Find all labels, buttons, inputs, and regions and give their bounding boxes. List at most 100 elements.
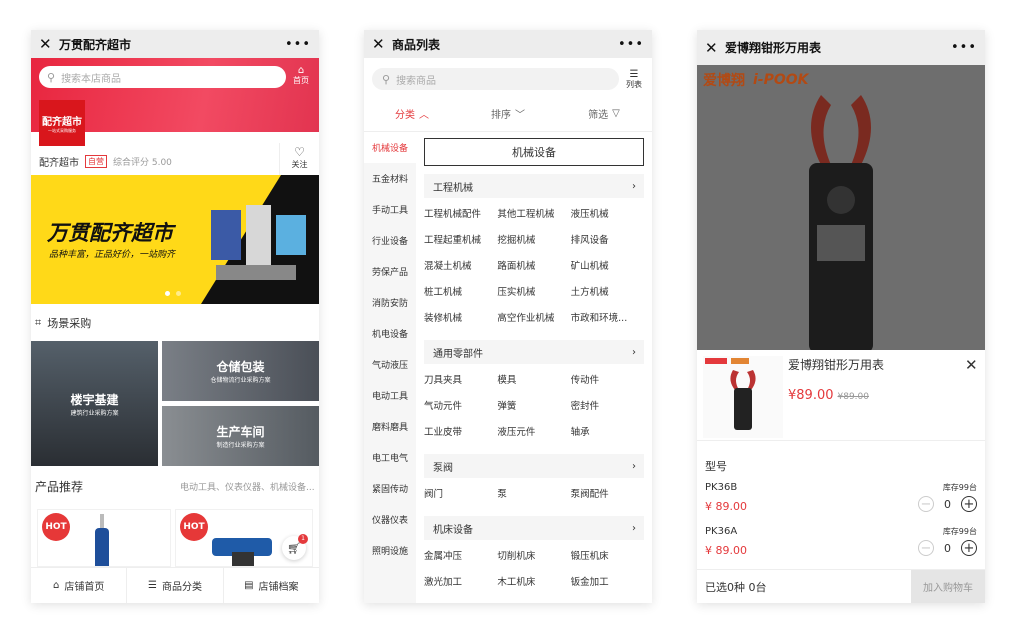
sidebar-item[interactable]: 照明设施 xyxy=(364,535,416,566)
category-header[interactable]: 机械设备 xyxy=(424,138,644,166)
close-icon[interactable]: ✕ xyxy=(372,35,392,53)
promo-banner[interactable]: 万贯配齐超市 品种丰富，正品好价，一站购齐 xyxy=(31,175,319,304)
subcategory-item[interactable]: 工业皮带 xyxy=(424,418,497,444)
subcategory-item[interactable]: 高空作业机械 xyxy=(497,304,570,330)
chevron-up-icon: ︿ xyxy=(419,110,429,121)
subcategory-item[interactable]: 矿山机械 xyxy=(571,252,644,278)
nav-store-home[interactable]: ⌂ 店铺首页 xyxy=(31,568,128,603)
product-image-overlay[interactable]: 爱博翔 i-POOK xyxy=(697,65,985,351)
variant-row[interactable]: PK36A 库存99台 ¥ 89.00 − 0 + xyxy=(697,526,985,569)
recommend-subtitle[interactable]: 电动工具、仪表仪器、机械设备... xyxy=(180,480,315,493)
sidebar-item[interactable]: 气动液压 xyxy=(364,349,416,380)
tile-storage[interactable]: 仓储包装 仓储物流行业采购方案 xyxy=(162,341,319,401)
home-label: 首页 xyxy=(293,76,309,85)
quantity-value[interactable]: 0 xyxy=(944,542,951,555)
filter-screen[interactable]: 筛选 ▽ xyxy=(556,96,652,131)
minus-icon[interactable]: − xyxy=(918,496,934,512)
subcategory-item[interactable]: 密封件 xyxy=(571,392,644,418)
self-run-badge: 自营 xyxy=(85,155,107,168)
quantity-value[interactable]: 0 xyxy=(944,498,951,511)
tile-title: 生产车间 xyxy=(216,425,265,439)
close-icon[interactable]: ✕ xyxy=(705,39,725,57)
sidebar-item[interactable]: 手动工具 xyxy=(364,194,416,225)
sidebar-item[interactable]: 磨料磨具 xyxy=(364,411,416,442)
subcategory-item[interactable]: 轴承 xyxy=(571,418,644,444)
subcategory-item[interactable]: 混凝土机械 xyxy=(424,252,497,278)
subcategory-item[interactable]: 市政和环境... xyxy=(571,304,644,330)
subcategory-item[interactable]: 液压机械 xyxy=(571,200,644,226)
subcategory-item[interactable]: 钣金加工 xyxy=(571,568,644,594)
search-input[interactable]: ⚲ 搜索商品 xyxy=(372,68,619,90)
subcategory-item[interactable]: 挖掘机械 xyxy=(497,226,570,252)
subcategory-item[interactable]: 排风设备 xyxy=(571,226,644,252)
sidebar-item[interactable]: 消防安防 xyxy=(364,287,416,318)
tile-subtitle: 制造行业采购方案 xyxy=(216,442,265,449)
product-image xyxy=(95,514,109,566)
divider xyxy=(697,440,985,441)
sidebar-item[interactable]: 电工电气 xyxy=(364,442,416,473)
subcategory-item[interactable]: 工程起重机械 xyxy=(424,226,497,252)
subcategory-item[interactable]: 泵 xyxy=(497,480,570,506)
plus-icon[interactable]: + xyxy=(961,540,977,556)
home-button[interactable]: ⌂ 首页 xyxy=(293,66,309,86)
close-sheet-icon[interactable]: ✕ xyxy=(965,356,978,374)
subcategory-item[interactable]: 装修机械 xyxy=(424,304,497,330)
search-placeholder: 搜索本店商品 xyxy=(61,73,122,85)
subcategory-item[interactable]: 激光加工 xyxy=(424,568,497,594)
add-to-cart-button[interactable]: 加入购物车 xyxy=(911,569,985,603)
sidebar-item[interactable]: 电动工具 xyxy=(364,380,416,411)
follow-button[interactable]: ♡ 关注 xyxy=(279,143,319,175)
product-card[interactable]: HOT xyxy=(37,509,171,567)
variant-price: ¥ 89.00 xyxy=(705,500,747,513)
dot-active xyxy=(165,291,170,296)
group-header[interactable]: 工程机械 › xyxy=(424,174,644,198)
nav-store-profile[interactable]: ▤ 店铺档案 xyxy=(224,568,319,603)
sidebar-item[interactable]: 机电设备 xyxy=(364,318,416,349)
subcategory-item[interactable]: 刀具夹具 xyxy=(424,366,497,392)
follow-label: 关注 xyxy=(291,160,308,169)
product-list-screen: ✕ 商品列表 ••• ⚲ 搜索商品 ☰ 列表 分类 ︿ 排序 ﹀ 筛选 ▽ 机械设备 … xyxy=(364,30,652,603)
subcategory-item[interactable]: 泵阀配件 xyxy=(571,480,644,506)
more-icon[interactable]: ••• xyxy=(618,37,644,52)
minus-icon[interactable]: − xyxy=(918,540,934,556)
filter-category[interactable]: 分类 ︿ xyxy=(364,96,460,131)
tile-workshop[interactable]: 生产车间 制造行业采购方案 xyxy=(162,406,319,466)
subcategory-item[interactable]: 路面机械 xyxy=(497,252,570,278)
group-header[interactable]: 通用零部件 › xyxy=(424,340,644,364)
subcategory-item[interactable]: 传动件 xyxy=(571,366,644,392)
sidebar-item[interactable]: 行业设备 xyxy=(364,225,416,256)
subcategory-item[interactable]: 模具 xyxy=(497,366,570,392)
group-header[interactable]: 机床设备 › xyxy=(424,516,644,540)
search-input[interactable]: ⚲ 搜索本店商品 xyxy=(39,66,286,88)
subcategory-item[interactable]: 阀门 xyxy=(424,480,497,506)
product-card[interactable]: HOT 🛒︎ 1 xyxy=(175,509,313,567)
subcategory-item[interactable]: 金属冲压 xyxy=(424,542,497,568)
sidebar-item[interactable]: 五金材料 xyxy=(364,163,416,194)
subcategory-item[interactable]: 压实机械 xyxy=(497,278,570,304)
more-icon[interactable]: ••• xyxy=(951,40,977,55)
subcategory-item[interactable]: 木工机床 xyxy=(497,568,570,594)
subcategory-item[interactable]: 桩工机械 xyxy=(424,278,497,304)
sidebar-item[interactable]: 仪器仪表 xyxy=(364,504,416,535)
subcategory-item[interactable]: 液压元件 xyxy=(497,418,570,444)
subcategory-item[interactable]: 土方机械 xyxy=(571,278,644,304)
more-icon[interactable]: ••• xyxy=(285,37,311,52)
filter-sort[interactable]: 排序 ﹀ xyxy=(460,96,556,131)
variant-row[interactable]: PK36B 库存99台 ¥ 89.00 − 0 + xyxy=(697,482,985,525)
heart-icon: ♡ xyxy=(294,145,305,159)
plus-icon[interactable]: + xyxy=(961,496,977,512)
subcategory-item[interactable]: 锻压机床 xyxy=(571,542,644,568)
sidebar-item[interactable]: 机械设备 xyxy=(364,132,416,163)
subcategory-item[interactable]: 其他工程机械 xyxy=(497,200,570,226)
nav-categories[interactable]: ☰ 商品分类 xyxy=(127,568,224,603)
subcategory-item[interactable]: 工程机械配件 xyxy=(424,200,497,226)
tile-building[interactable]: 楼宇基建 建筑行业采购方案 xyxy=(31,341,158,466)
subcategory-item[interactable]: 弹簧 xyxy=(497,392,570,418)
subcategory-item[interactable]: 气动元件 xyxy=(424,392,497,418)
group-header[interactable]: 泵阀 › xyxy=(424,454,644,478)
subcategory-item[interactable]: 切削机床 xyxy=(497,542,570,568)
sidebar-item[interactable]: 紧固传动 xyxy=(364,473,416,504)
close-icon[interactable]: ✕ xyxy=(39,35,59,53)
sidebar-item[interactable]: 劳保产品 xyxy=(364,256,416,287)
list-view-button[interactable]: ☰ 列表 xyxy=(626,70,642,90)
